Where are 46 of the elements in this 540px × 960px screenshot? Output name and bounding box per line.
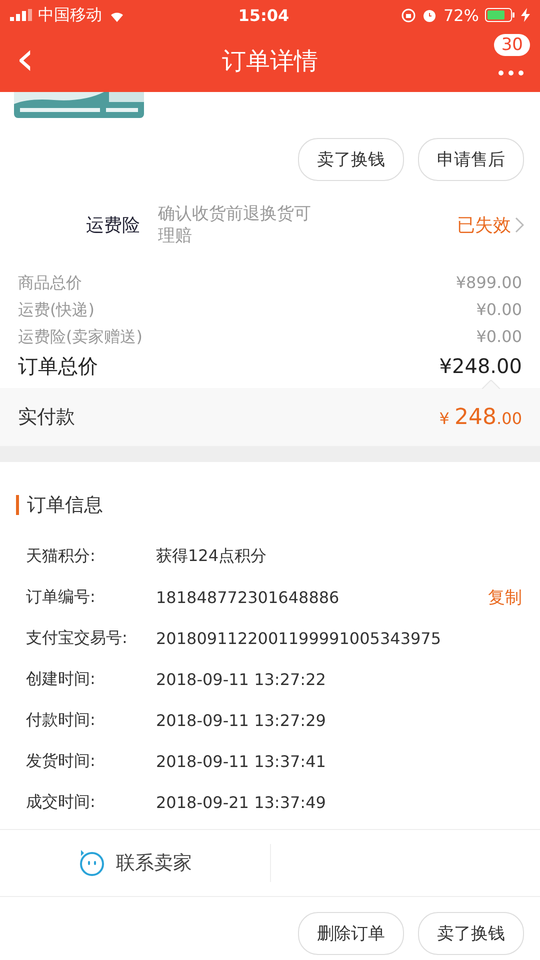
more-icon[interactable]	[498, 70, 524, 76]
price-value: ¥0.00	[476, 299, 522, 322]
charging-icon	[521, 8, 530, 22]
insurance-label: 运费险	[86, 214, 140, 238]
info-label: 支付宝交易号:	[26, 628, 128, 650]
battery-percent: 72%	[443, 6, 479, 24]
clock-time: 15:04	[237, 6, 290, 24]
info-value: 2018-09-11 13:37:41	[156, 752, 327, 772]
price-label: 商品总价	[18, 272, 82, 294]
order-total-value: ¥248.00	[439, 353, 522, 380]
action-button[interactable]: 删除订单	[298, 912, 404, 956]
paid-amount: ¥ 248.00	[439, 404, 522, 430]
carrier-name: 中国移动	[38, 4, 102, 26]
info-value: 获得124点积分	[156, 546, 268, 568]
info-label: 天猫积分:	[26, 546, 96, 568]
price-value: ¥899.00	[456, 272, 522, 294]
info-value: 2018-09-11 13:27:29	[156, 711, 327, 730]
page-title: 订单详情	[222, 46, 318, 77]
info-label: 发货时间:	[26, 751, 96, 772]
order-total-label: 订单总价	[18, 353, 98, 380]
rotation-lock-icon	[401, 8, 416, 22]
action-button[interactable]: 申请售后	[418, 138, 524, 181]
info-value: 181848772301648886	[156, 588, 340, 608]
price-value: ¥0.00	[476, 326, 522, 348]
info-label: 成交时间:	[26, 792, 96, 814]
signal-icon	[10, 9, 32, 21]
section-title: 订单信息	[27, 493, 103, 518]
price-label: 运费险(卖家赠送)	[18, 326, 142, 348]
chevron-icon	[515, 217, 524, 234]
info-value: 2018-09-11 13:27:22	[156, 670, 327, 690]
info-value: 2018-09-21 13:37:49	[156, 793, 327, 812]
action-button[interactable]: 卖了换钱	[418, 912, 524, 956]
alarm-icon	[422, 8, 438, 22]
action-button[interactable]: 卖了换钱	[298, 138, 404, 181]
contact-seller-button[interactable]: 联系卖家	[0, 844, 271, 882]
chat-face-icon	[78, 849, 106, 878]
back-button[interactable]: ‹	[16, 35, 56, 81]
info-label: 付款时间:	[26, 710, 96, 732]
info-value: 2018091122001199991005343975	[156, 629, 442, 648]
paid-label: 实付款	[18, 405, 75, 430]
info-label: 订单编号:	[26, 587, 96, 608]
price-label: 运费(快递)	[18, 299, 94, 322]
battery-icon	[485, 8, 515, 22]
info-label: 创建时间:	[26, 669, 96, 690]
insurance-description: 确认收货前退换货可理赔	[158, 203, 312, 248]
message-count-badge: 30	[494, 34, 530, 56]
